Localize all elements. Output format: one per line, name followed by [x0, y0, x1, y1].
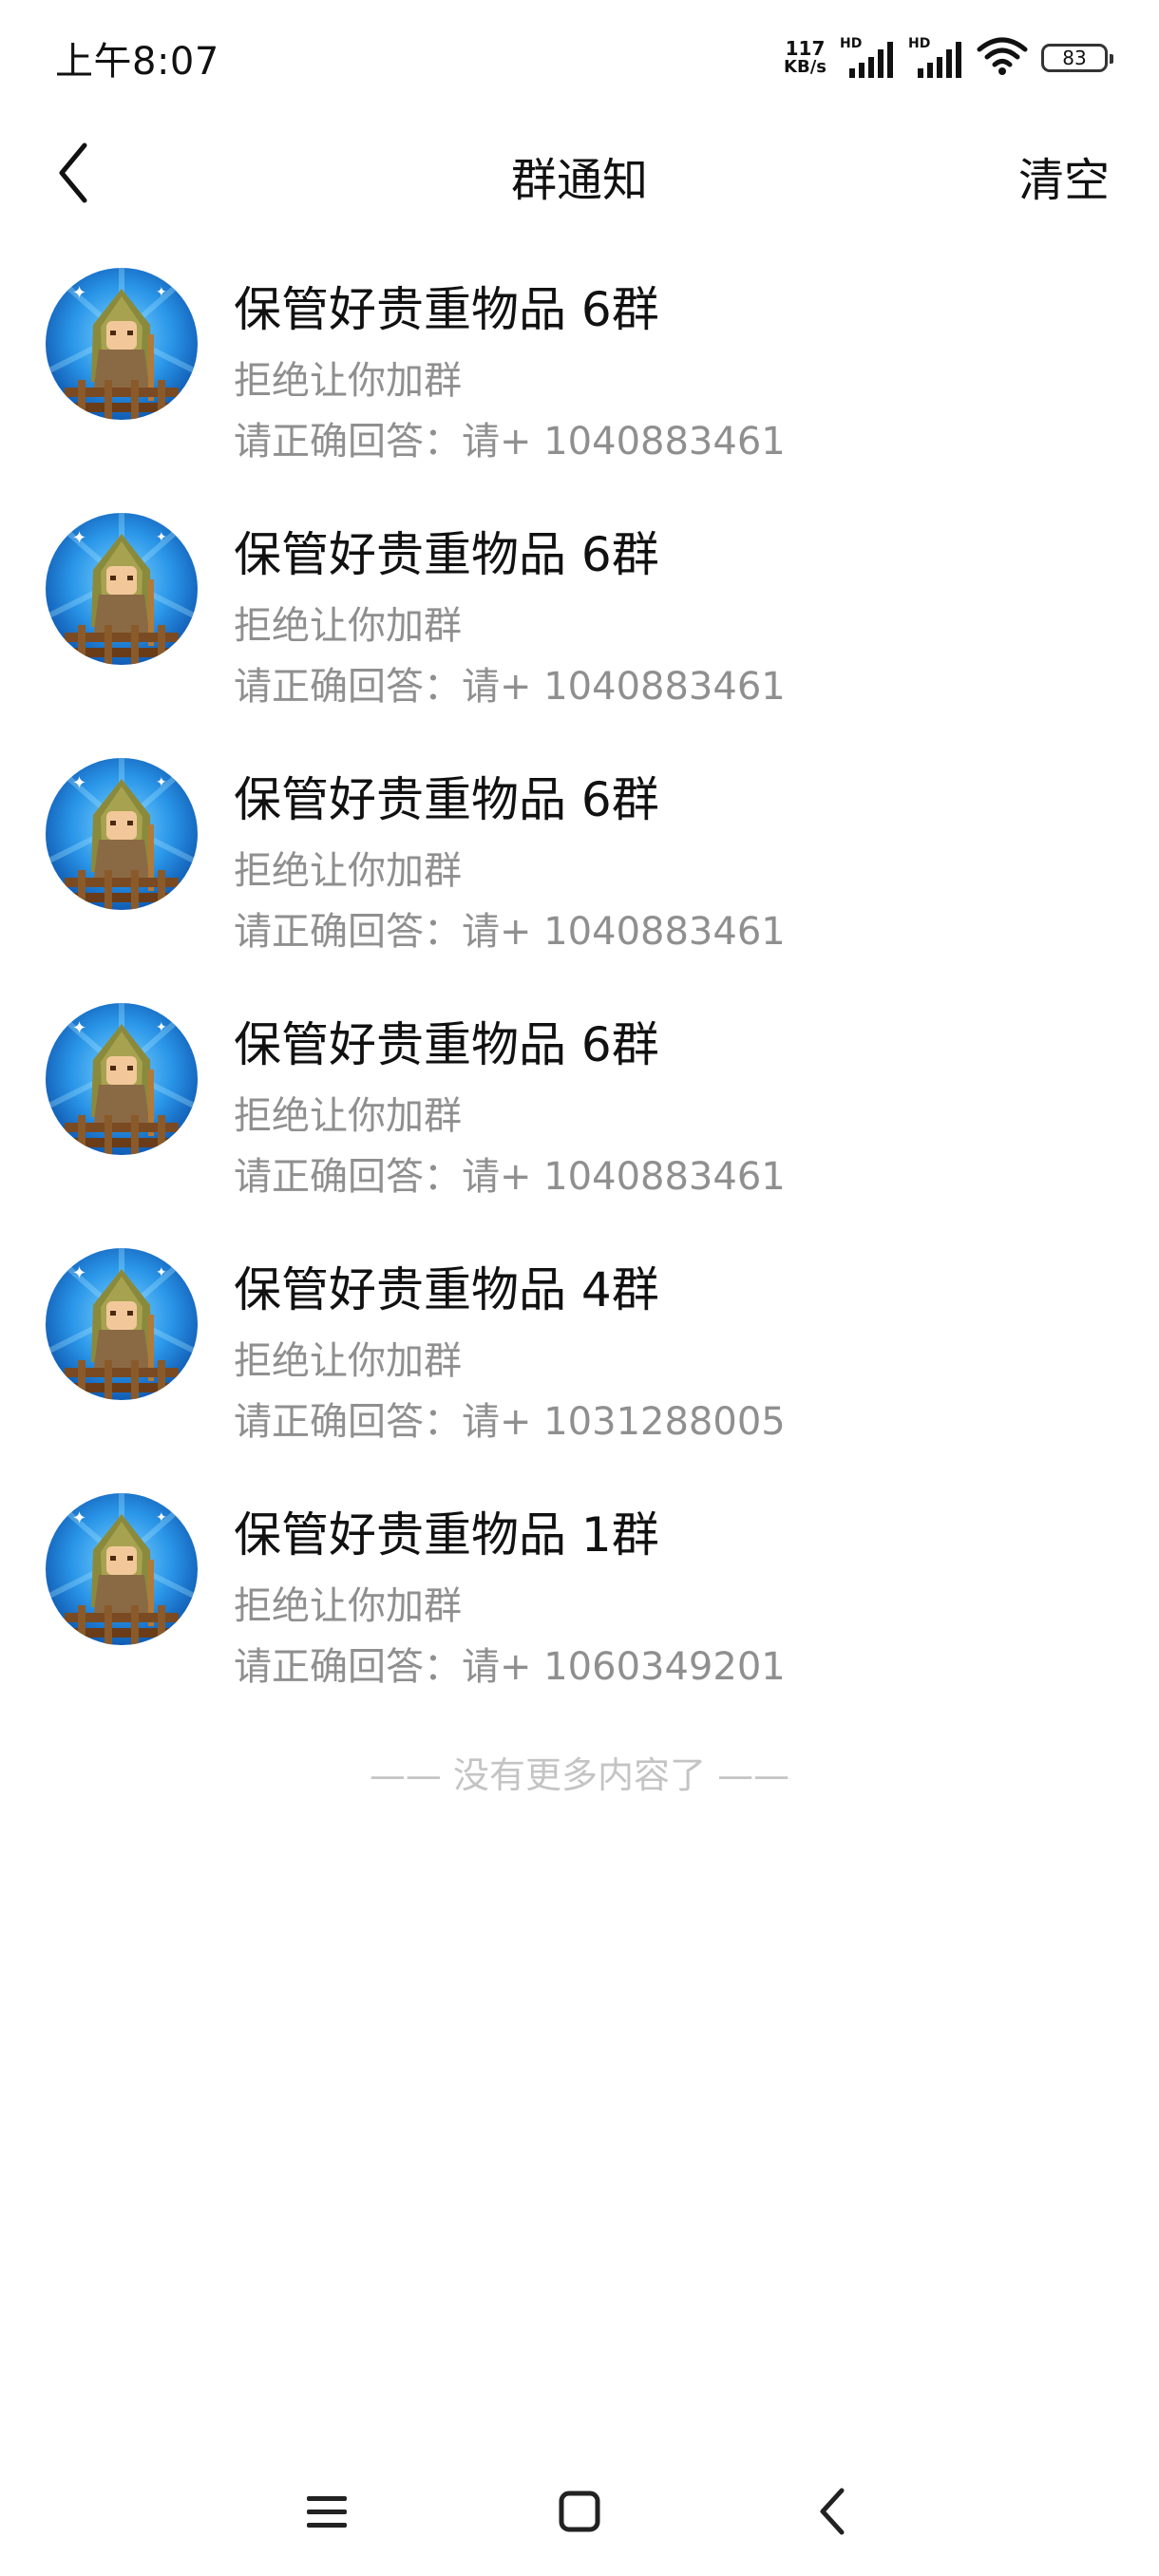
page-title: 群通知	[510, 154, 648, 207]
notification-item[interactable]: 保管好贵重物品 6群 拒绝让你加群 请正确回答：请+ 1040883461	[0, 756, 1159, 1001]
header: 群通知 清空	[0, 114, 1159, 237]
notification-answer: 请正确回答：请+ 1040883461	[234, 665, 786, 709]
notification-status: 拒绝让你加群	[234, 1339, 462, 1383]
group-name: 保管好贵重物品 6群	[234, 527, 659, 582]
menu-button[interactable]	[289, 2473, 365, 2549]
group-name: 保管好贵重物品 6群	[234, 1017, 659, 1072]
notification-item[interactable]: 保管好贵重物品 6群 拒绝让你加群 请正确回答：请+ 1040883461	[0, 511, 1159, 756]
group-avatar[interactable]	[46, 1248, 198, 1400]
network-speed-unit: KB/s	[784, 57, 826, 77]
group-avatar[interactable]	[46, 513, 198, 665]
notification-status: 拒绝让你加群	[234, 359, 462, 403]
group-name: 保管好贵重物品 1群	[234, 1507, 659, 1563]
network-speed-value: 117	[785, 37, 826, 60]
status-time: 上午8:07	[55, 40, 219, 84]
group-name: 保管好贵重物品 6群	[234, 282, 659, 337]
notification-answer: 请正确回答：请+ 1040883461	[234, 420, 786, 464]
status-icons: 117 KB/s HD HD 83	[784, 34, 1113, 82]
system-nav-bar	[0, 2443, 1159, 2576]
notification-item[interactable]: 保管好贵重物品 6群 拒绝让你加群 请正确回答：请+ 1040883461	[0, 266, 1159, 511]
notification-status: 拒绝让你加群	[234, 849, 462, 893]
status-bar: 上午8:07 117 KB/s HD HD 83	[0, 0, 1159, 114]
clear-button[interactable]: 清空	[1018, 142, 1110, 209]
group-avatar[interactable]	[46, 1003, 198, 1155]
notification-status: 拒绝让你加群	[234, 1584, 462, 1628]
back-icon	[820, 2488, 845, 2535]
battery-level: 83	[1062, 47, 1087, 69]
menu-icon	[307, 2496, 347, 2528]
home-icon	[559, 2491, 600, 2532]
notification-item[interactable]: 保管好贵重物品 6群 拒绝让你加群 请正确回答：请+ 1040883461	[0, 1001, 1159, 1246]
end-of-list-text: —— 没有更多内容了 ——	[369, 1754, 790, 1796]
signal-icon: HD	[840, 36, 895, 80]
sim2-hd-label: HD	[908, 36, 931, 51]
notification-status: 拒绝让你加群	[234, 1094, 462, 1138]
nav-back-button[interactable]	[794, 2473, 870, 2549]
notification-answer: 请正确回答：请+ 1060349201	[234, 1645, 786, 1689]
sim1-hd-label: HD	[840, 36, 863, 51]
notification-list: 保管好贵重物品 6群 拒绝让你加群 请正确回答：请+ 1040883461 保管…	[0, 266, 1159, 1736]
group-avatar[interactable]	[46, 268, 198, 420]
group-avatar[interactable]	[46, 1493, 198, 1645]
wifi-icon	[977, 36, 1028, 80]
notification-answer: 请正确回答：请+ 1040883461	[234, 1155, 786, 1199]
notification-item[interactable]: 保管好贵重物品 4群 拒绝让你加群 请正确回答：请+ 1031288005	[0, 1246, 1159, 1491]
notification-item[interactable]: 保管好贵重物品 1群 拒绝让你加群 请正确回答：请+ 1060349201	[0, 1491, 1159, 1736]
notification-status: 拒绝让你加群	[234, 604, 462, 648]
notification-answer: 请正确回答：请+ 1040883461	[234, 910, 786, 954]
notification-answer: 请正确回答：请+ 1031288005	[234, 1400, 786, 1444]
group-avatar[interactable]	[46, 758, 198, 910]
network-speed: 117 KB/s	[784, 39, 826, 77]
group-name: 保管好贵重物品 4群	[234, 1262, 659, 1317]
home-button[interactable]	[542, 2473, 618, 2549]
battery-icon: 83	[1041, 44, 1113, 72]
group-name: 保管好贵重物品 6群	[234, 772, 659, 827]
signal-icon: HD	[908, 36, 963, 80]
